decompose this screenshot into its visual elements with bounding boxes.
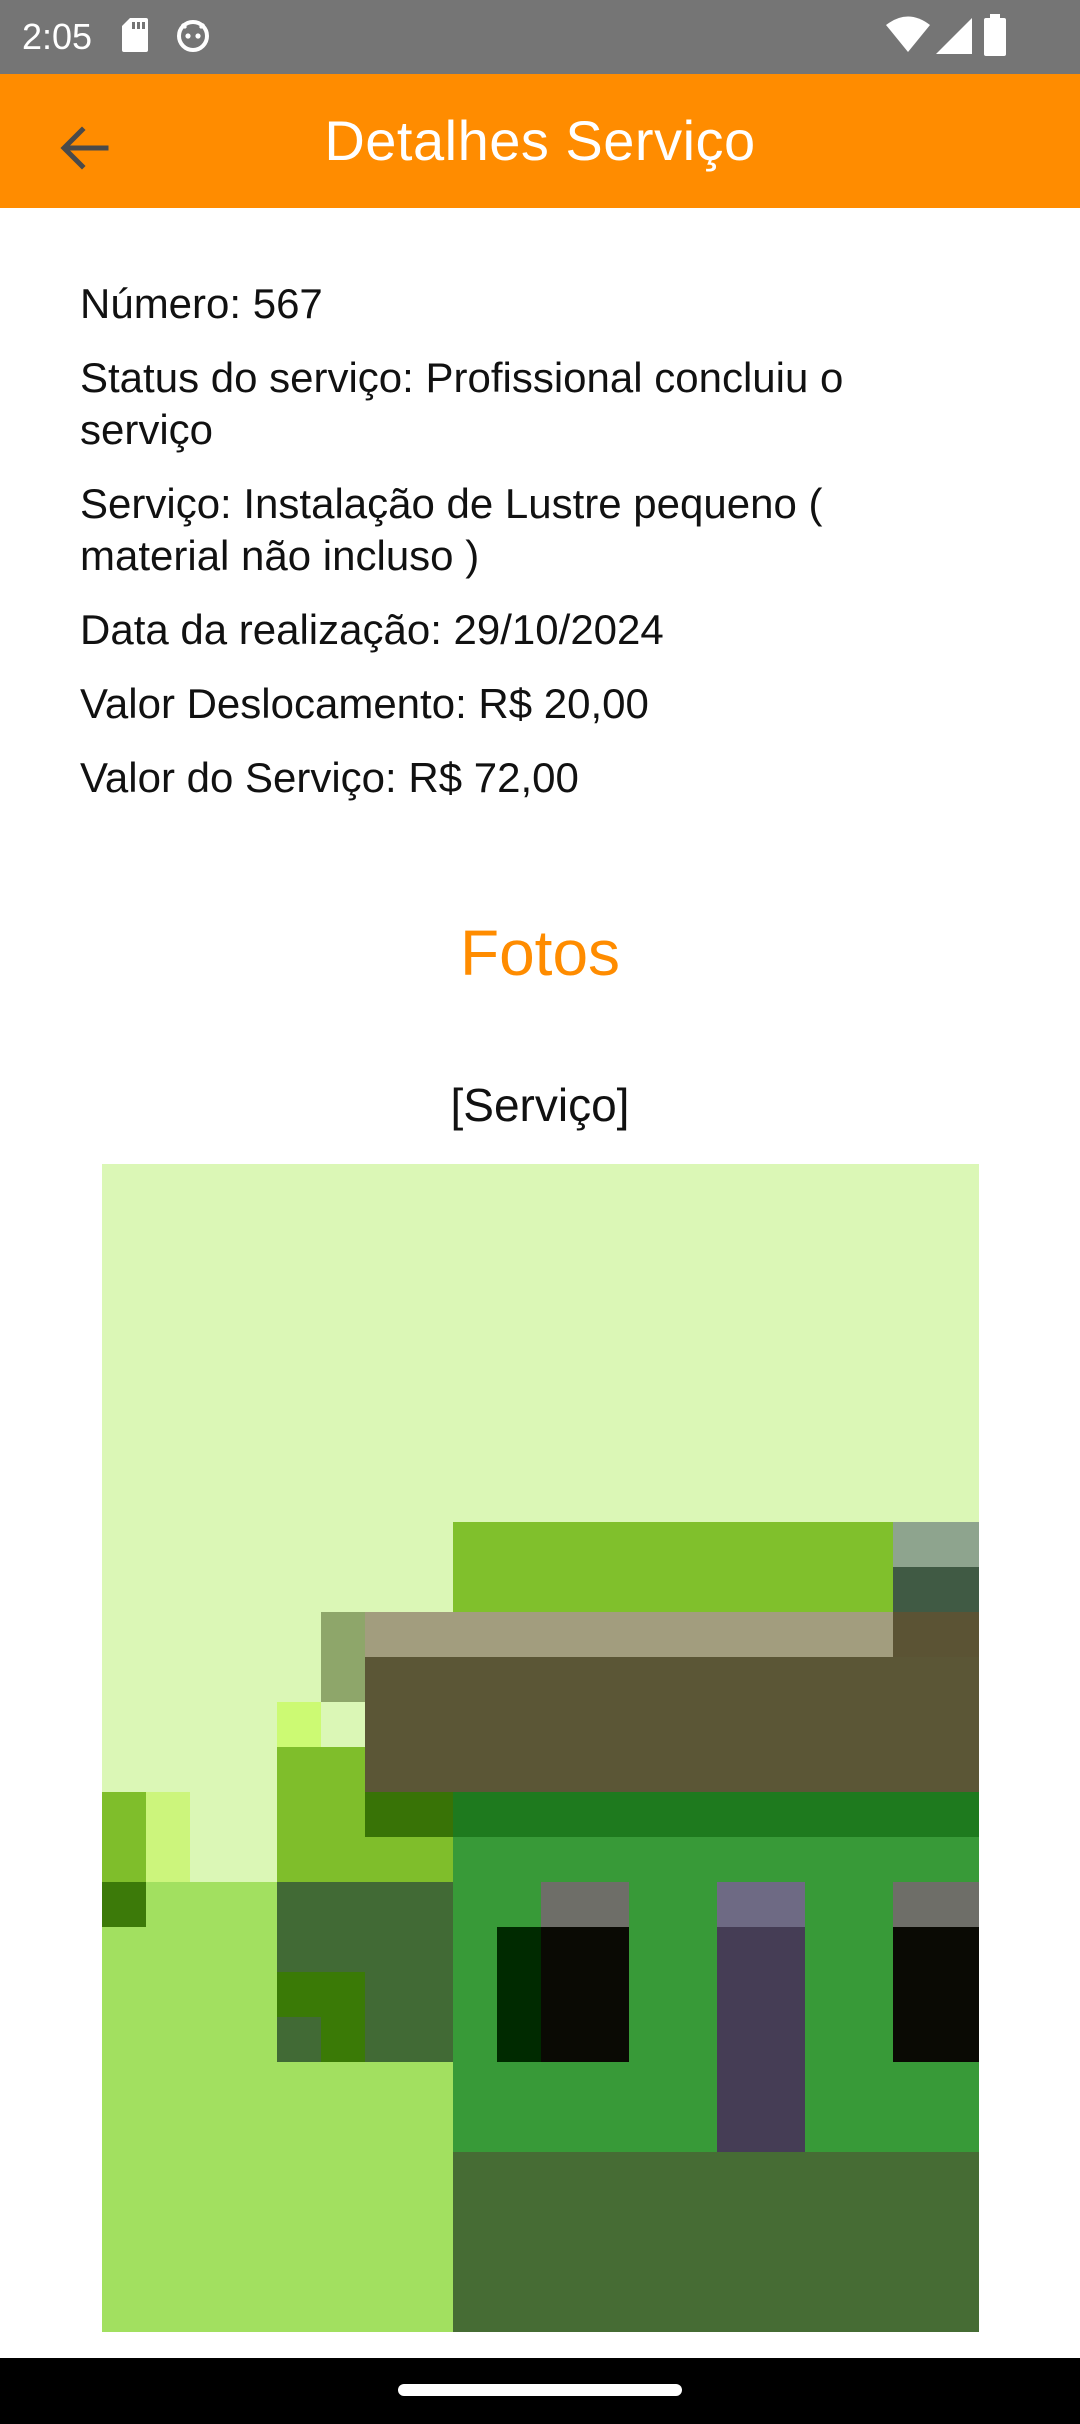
detail-numero: Número: 567 [80,280,323,327]
status-bar: 2:05 [0,0,1080,74]
status-time: 2:05 [22,16,93,57]
detail-servico: Serviço: Instalação de Lustre pequeno ( … [80,480,823,579]
app-bar: Detalhes Serviço [0,74,1080,208]
home-handle[interactable] [398,2384,682,2396]
service-details: Número: 567 Status do serviço: Profissio… [80,278,980,826]
page-title: Detalhes Serviço [324,109,756,172]
service-photo[interactable] [102,1164,979,2332]
cellular-icon [936,18,972,54]
sd-card-icon [122,18,148,52]
navigation-bar [0,2358,1080,2424]
photo-label: [Serviço] [450,1079,630,1131]
battery-icon [984,14,1006,56]
android-debug-icon [177,20,209,52]
wifi-icon [886,16,930,52]
detail-data: Data da realização: 29/10/2024 [80,606,664,653]
detail-valor-servico: Valor do Serviço: R$ 72,00 [80,754,579,801]
detail-valor-deslocamento: Valor Deslocamento: R$ 20,00 [80,680,649,727]
photos-section-title: Fotos [459,917,621,989]
detail-status: Status do serviço: Profissional concluiu… [80,354,844,453]
